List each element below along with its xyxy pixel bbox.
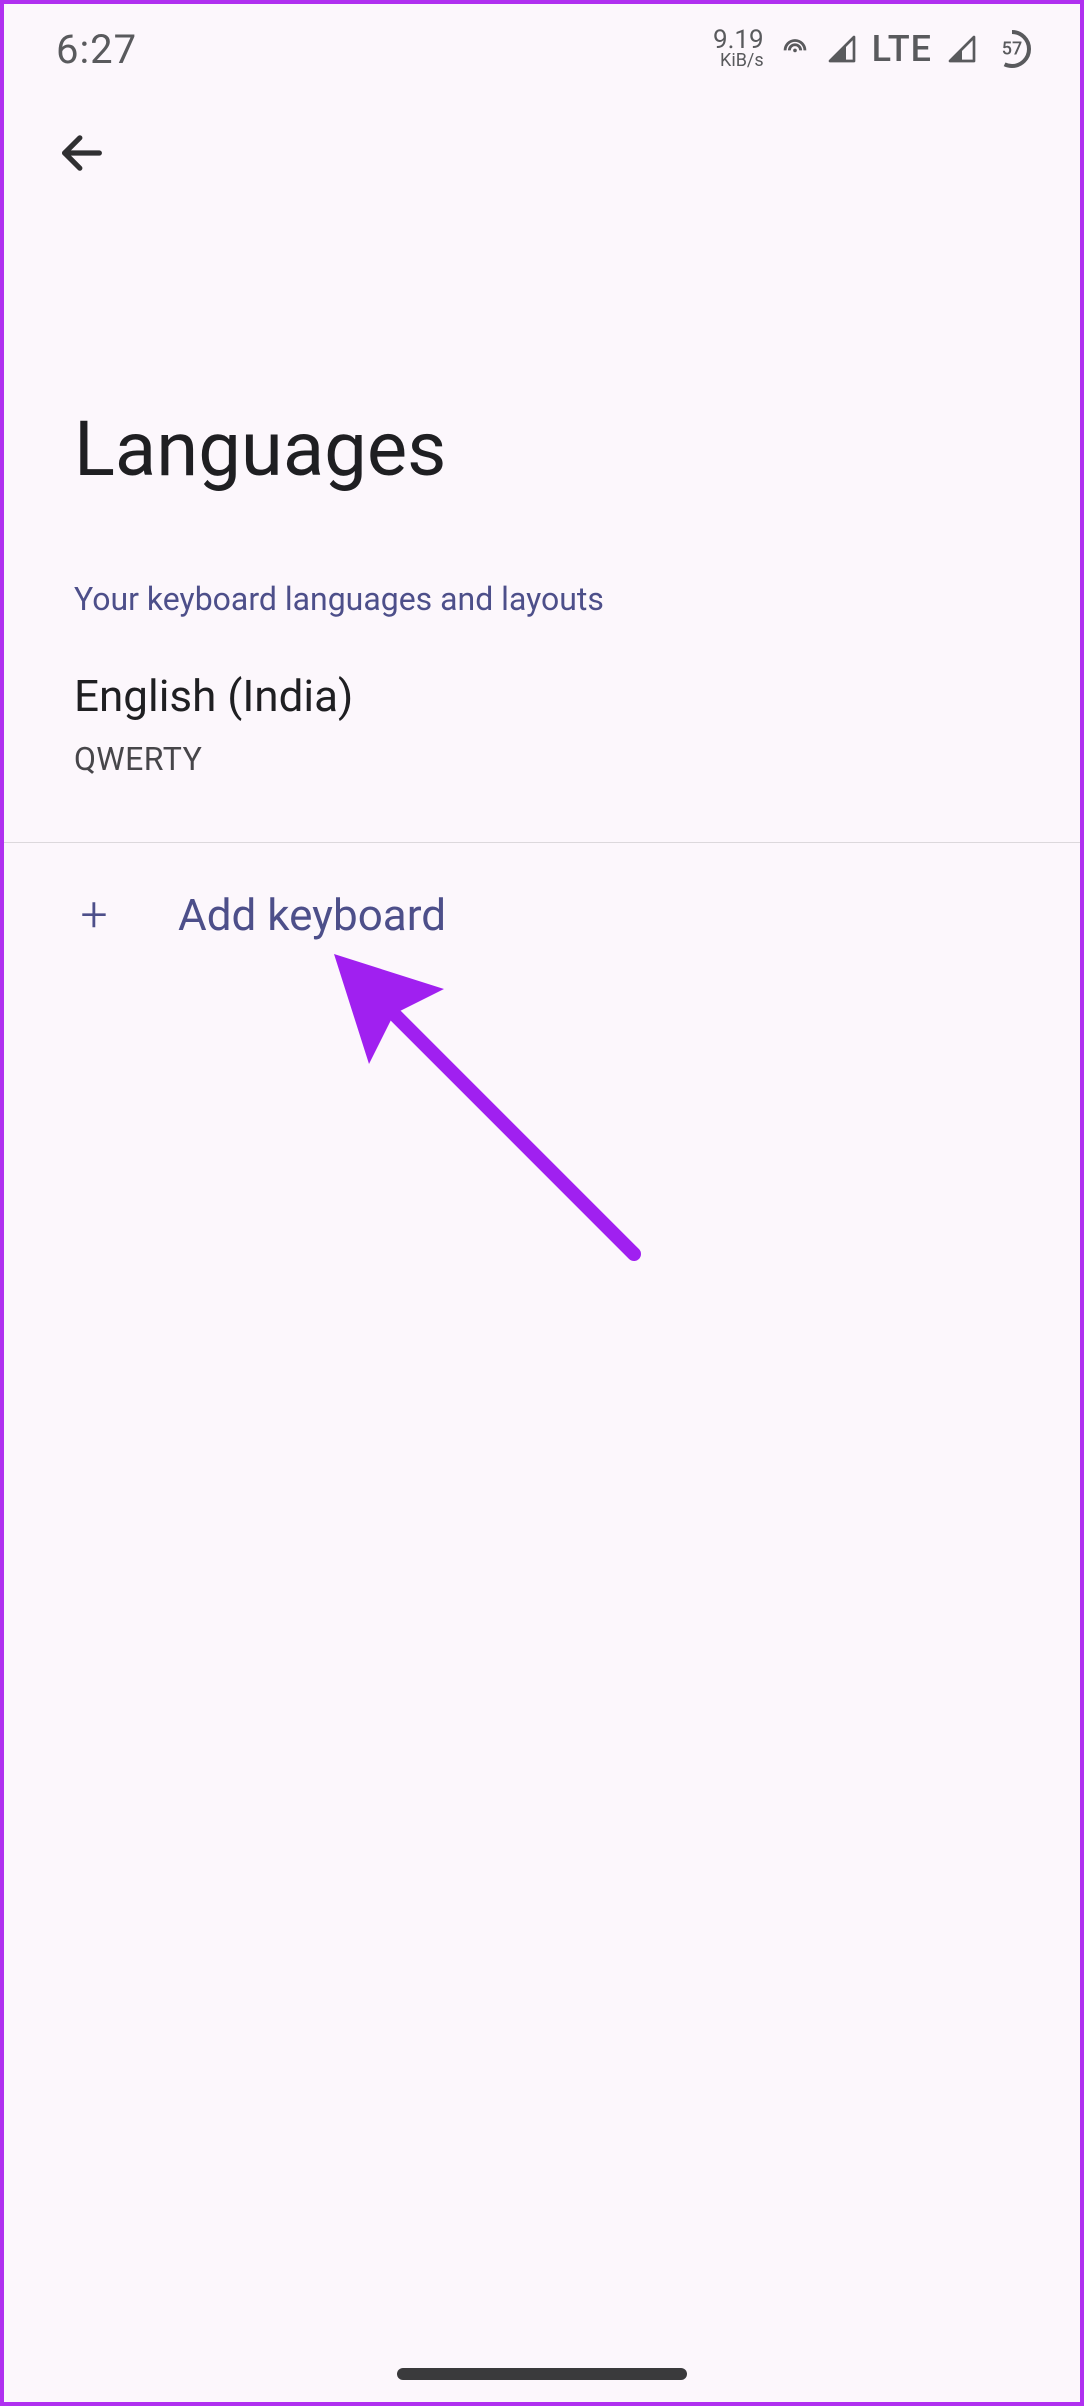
back-button[interactable] — [52, 124, 112, 184]
section-heading: Your keyboard languages and layouts — [74, 580, 1010, 618]
status-bar: 6:27 9.19 KiB/s LTE — [4, 4, 1080, 94]
signal-icon — [826, 33, 858, 65]
add-keyboard-label: Add keyboard — [178, 889, 446, 941]
network-type-label: LTE — [872, 28, 932, 70]
plus-icon: + — [74, 891, 114, 939]
add-keyboard-button[interactable]: + Add keyboard — [4, 843, 1080, 987]
language-item[interactable]: English (India) QWERTY — [74, 670, 1010, 842]
status-right-cluster: 9.19 KiB/s LTE 57 — [713, 28, 1032, 70]
arrow-left-icon — [56, 127, 108, 182]
gesture-nav-bar[interactable] — [397, 2368, 687, 2380]
page-title: Languages — [74, 404, 1010, 494]
data-rate-unit: KiB/s — [720, 53, 764, 69]
app-bar — [4, 94, 1080, 214]
data-rate: 9.19 KiB/s — [713, 29, 764, 69]
language-layout: QWERTY — [74, 740, 1010, 778]
status-time: 6:27 — [56, 26, 137, 73]
hotspot-icon — [778, 32, 812, 66]
battery-icon: 57 — [992, 29, 1032, 69]
annotation-arrow — [334, 954, 674, 1298]
signal-secondary-icon — [946, 33, 978, 65]
battery-percent: 57 — [1002, 39, 1022, 60]
language-name: English (India) — [74, 670, 1010, 722]
